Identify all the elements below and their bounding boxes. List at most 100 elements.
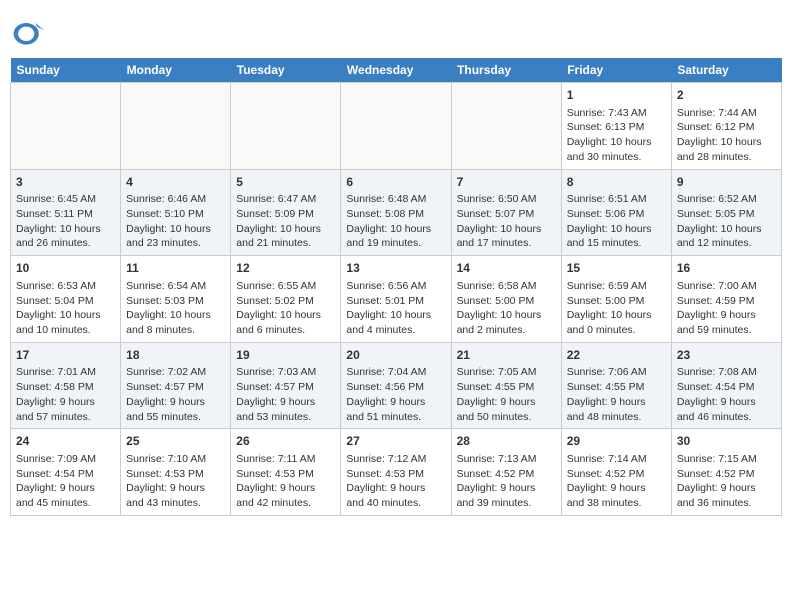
day-info: Sunrise: 7:06 AM Sunset: 4:55 PM Dayligh… xyxy=(567,365,666,424)
day-number: 2 xyxy=(677,87,776,104)
day-info: Sunrise: 6:46 AM Sunset: 5:10 PM Dayligh… xyxy=(126,192,225,251)
calendar-cell-w0d6: 2 Sunrise: 7:44 AM Sunset: 6:12 PM Daylig… xyxy=(671,83,781,170)
day-number: 23 xyxy=(677,347,776,364)
day-info: Sunrise: 6:45 AM Sunset: 5:11 PM Dayligh… xyxy=(16,192,115,251)
day-info: Sunrise: 7:11 AM Sunset: 4:53 PM Dayligh… xyxy=(236,452,335,511)
day-info: Sunrise: 6:59 AM Sunset: 5:00 PM Dayligh… xyxy=(567,279,666,338)
day-info: Sunrise: 7:05 AM Sunset: 4:55 PM Dayligh… xyxy=(457,365,556,424)
calendar-cell-w1d2: 5Sunrise: 6:47 AM Sunset: 5:09 PM Daylig… xyxy=(231,169,341,256)
day-info: Sunrise: 6:58 AM Sunset: 5:00 PM Dayligh… xyxy=(457,279,556,338)
day-number: 28 xyxy=(457,433,556,450)
day-number: 20 xyxy=(346,347,445,364)
calendar-cell-w4d3: 27 Sunrise: 7:12 AM Sunset: 4:53 PM Dayli… xyxy=(341,429,451,516)
day-number: 18 xyxy=(126,347,225,364)
day-info: Sunrise: 7:15 AM Sunset: 4:52 PM Dayligh… xyxy=(677,452,776,511)
weekday-header-monday: Monday xyxy=(121,58,231,83)
day-number: 24 xyxy=(16,433,115,450)
weekday-header-tuesday: Tuesday xyxy=(231,58,341,83)
day-number: 27 xyxy=(346,433,445,450)
day-number: 6 xyxy=(346,174,445,191)
day-number: 12 xyxy=(236,260,335,277)
calendar-cell-w0d2 xyxy=(231,83,341,170)
logo xyxy=(10,14,50,50)
calendar-cell-w2d1: 11Sunrise: 6:54 AM Sunset: 5:03 PM Dayli… xyxy=(121,256,231,343)
calendar-cell-w3d6: 23Sunrise: 7:08 AM Sunset: 4:54 PM Dayli… xyxy=(671,342,781,429)
day-info: Sunrise: 6:50 AM Sunset: 5:07 PM Dayligh… xyxy=(457,192,556,251)
calendar-cell-w3d1: 18Sunrise: 7:02 AM Sunset: 4:57 PM Dayli… xyxy=(121,342,231,429)
calendar-cell-w3d5: 22Sunrise: 7:06 AM Sunset: 4:55 PM Dayli… xyxy=(561,342,671,429)
calendar-cell-w2d2: 12 Sunrise: 6:55 AM Sunset: 5:02 PM Dayli… xyxy=(231,256,341,343)
calendar-cell-w4d4: 28 Sunrise: 7:13 AM Sunset: 4:52 PM Dayli… xyxy=(451,429,561,516)
calendar-cell-w2d5: 15 Sunrise: 6:59 AM Sunset: 5:00 PM Dayli… xyxy=(561,256,671,343)
day-number: 14 xyxy=(457,260,556,277)
day-info: Sunrise: 6:47 AM Sunset: 5:09 PM Dayligh… xyxy=(236,192,335,251)
day-number: 11 xyxy=(126,260,225,277)
day-info: Sunrise: 6:48 AM Sunset: 5:08 PM Dayligh… xyxy=(346,192,445,251)
day-info: Sunrise: 7:03 AM Sunset: 4:57 PM Dayligh… xyxy=(236,365,335,424)
day-info: Sunrise: 7:12 AM Sunset: 4:53 PM Dayligh… xyxy=(346,452,445,511)
day-info: Sunrise: 7:14 AM Sunset: 4:52 PM Dayligh… xyxy=(567,452,666,511)
calendar-cell-w4d0: 24 Sunrise: 7:09 AM Sunset: 4:54 PM Dayli… xyxy=(11,429,121,516)
calendar-cell-w2d6: 16 Sunrise: 7:00 AM Sunset: 4:59 PM Dayli… xyxy=(671,256,781,343)
day-info: Sunrise: 7:13 AM Sunset: 4:52 PM Dayligh… xyxy=(457,452,556,511)
day-number: 13 xyxy=(346,260,445,277)
calendar-cell-w1d6: 9Sunrise: 6:52 AM Sunset: 5:05 PM Daylig… xyxy=(671,169,781,256)
calendar-cell-w3d0: 17Sunrise: 7:01 AM Sunset: 4:58 PM Dayli… xyxy=(11,342,121,429)
day-info: Sunrise: 6:53 AM Sunset: 5:04 PM Dayligh… xyxy=(16,279,115,338)
weekday-header-thursday: Thursday xyxy=(451,58,561,83)
calendar-header: SundayMondayTuesdayWednesdayThursdayFrid… xyxy=(11,58,782,83)
day-info: Sunrise: 7:04 AM Sunset: 4:56 PM Dayligh… xyxy=(346,365,445,424)
calendar-table: SundayMondayTuesdayWednesdayThursdayFrid… xyxy=(10,58,782,516)
day-number: 15 xyxy=(567,260,666,277)
calendar-cell-w4d5: 29 Sunrise: 7:14 AM Sunset: 4:52 PM Dayli… xyxy=(561,429,671,516)
calendar-cell-w3d3: 20Sunrise: 7:04 AM Sunset: 4:56 PM Dayli… xyxy=(341,342,451,429)
day-number: 26 xyxy=(236,433,335,450)
logo-icon xyxy=(10,14,46,50)
calendar-cell-w2d4: 14 Sunrise: 6:58 AM Sunset: 5:00 PM Dayli… xyxy=(451,256,561,343)
day-number: 10 xyxy=(16,260,115,277)
calendar-cell-w3d2: 19Sunrise: 7:03 AM Sunset: 4:57 PM Dayli… xyxy=(231,342,341,429)
calendar-cell-w2d3: 13 Sunrise: 6:56 AM Sunset: 5:01 PM Dayli… xyxy=(341,256,451,343)
calendar-cell-w4d6: 30 Sunrise: 7:15 AM Sunset: 4:52 PM Dayli… xyxy=(671,429,781,516)
day-number: 7 xyxy=(457,174,556,191)
day-number: 8 xyxy=(567,174,666,191)
day-number: 19 xyxy=(236,347,335,364)
calendar-cell-w4d2: 26 Sunrise: 7:11 AM Sunset: 4:53 PM Dayli… xyxy=(231,429,341,516)
weekday-header-saturday: Saturday xyxy=(671,58,781,83)
calendar-cell-w0d0 xyxy=(11,83,121,170)
day-number: 4 xyxy=(126,174,225,191)
day-info: Sunrise: 6:52 AM Sunset: 5:05 PM Dayligh… xyxy=(677,192,776,251)
day-number: 3 xyxy=(16,174,115,191)
day-info: Sunrise: 6:55 AM Sunset: 5:02 PM Dayligh… xyxy=(236,279,335,338)
day-number: 30 xyxy=(677,433,776,450)
calendar-cell-w0d1 xyxy=(121,83,231,170)
day-number: 21 xyxy=(457,347,556,364)
weekday-header-friday: Friday xyxy=(561,58,671,83)
day-number: 16 xyxy=(677,260,776,277)
day-number: 29 xyxy=(567,433,666,450)
weekday-header-wednesday: Wednesday xyxy=(341,58,451,83)
day-info: Sunrise: 7:10 AM Sunset: 4:53 PM Dayligh… xyxy=(126,452,225,511)
calendar-cell-w1d1: 4Sunrise: 6:46 AM Sunset: 5:10 PM Daylig… xyxy=(121,169,231,256)
calendar-cell-w0d5: 1Sunrise: 7:43 AM Sunset: 6:13 PM Daylig… xyxy=(561,83,671,170)
day-number: 22 xyxy=(567,347,666,364)
calendar-cell-w0d4 xyxy=(451,83,561,170)
day-info: Sunrise: 7:43 AM Sunset: 6:13 PM Dayligh… xyxy=(567,106,666,165)
day-number: 5 xyxy=(236,174,335,191)
day-info: Sunrise: 7:00 AM Sunset: 4:59 PM Dayligh… xyxy=(677,279,776,338)
day-info: Sunrise: 7:44 AM Sunset: 6:12 PM Dayligh… xyxy=(677,106,776,165)
day-info: Sunrise: 7:01 AM Sunset: 4:58 PM Dayligh… xyxy=(16,365,115,424)
day-number: 9 xyxy=(677,174,776,191)
calendar-cell-w1d0: 3Sunrise: 6:45 AM Sunset: 5:11 PM Daylig… xyxy=(11,169,121,256)
calendar-cell-w0d3 xyxy=(341,83,451,170)
calendar-cell-w1d4: 7Sunrise: 6:50 AM Sunset: 5:07 PM Daylig… xyxy=(451,169,561,256)
day-info: Sunrise: 7:09 AM Sunset: 4:54 PM Dayligh… xyxy=(16,452,115,511)
calendar-cell-w1d5: 8Sunrise: 6:51 AM Sunset: 5:06 PM Daylig… xyxy=(561,169,671,256)
day-number: 17 xyxy=(16,347,115,364)
calendar-cell-w1d3: 6Sunrise: 6:48 AM Sunset: 5:08 PM Daylig… xyxy=(341,169,451,256)
day-info: Sunrise: 7:02 AM Sunset: 4:57 PM Dayligh… xyxy=(126,365,225,424)
day-info: Sunrise: 6:51 AM Sunset: 5:06 PM Dayligh… xyxy=(567,192,666,251)
day-info: Sunrise: 6:56 AM Sunset: 5:01 PM Dayligh… xyxy=(346,279,445,338)
page-header xyxy=(10,10,782,50)
day-info: Sunrise: 7:08 AM Sunset: 4:54 PM Dayligh… xyxy=(677,365,776,424)
